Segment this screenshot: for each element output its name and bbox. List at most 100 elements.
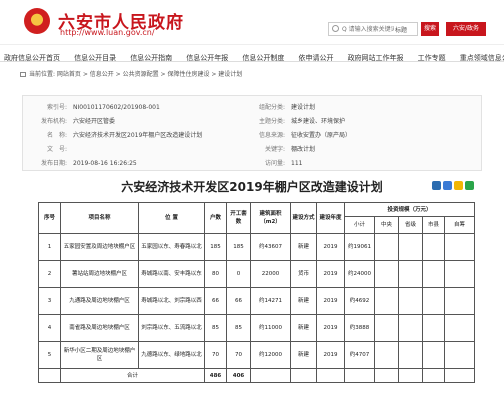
- cell-started: 66: [226, 287, 251, 315]
- cell-households: 66: [204, 287, 227, 315]
- col-header-central: 中央: [374, 216, 399, 234]
- cell-seq: [38, 368, 61, 383]
- total-label: 合计: [60, 368, 205, 383]
- cell-nature: [290, 368, 317, 383]
- cell-subtotal: 约3888: [344, 314, 375, 342]
- table-row: 2 薯站站周边地块棚户区 寿城路以南、安丰路以东 80 0 22000 货币 2…: [38, 260, 476, 288]
- meta-visits: 访问量: 111: [264, 160, 303, 167]
- cell-year: 2019: [316, 260, 345, 288]
- cell-province: [398, 368, 423, 383]
- mobile-gov-button[interactable]: 六安/政务: [446, 22, 486, 36]
- cell-year: [316, 368, 345, 383]
- col-header-location: 位 置: [138, 202, 205, 234]
- nav-item[interactable]: 信息公开指南: [130, 50, 172, 61]
- col-header-invest: 投资规模（万元）: [343, 202, 476, 217]
- cell-other: [443, 368, 476, 383]
- cell-city: [422, 314, 445, 342]
- table-row: 4 南雀路及周边地块棚户区 刘宗路以东、五流路以北 85 85 约11000 新…: [38, 314, 476, 342]
- nav-item[interactable]: 政府信息公开首页: [4, 50, 60, 61]
- cell-households: 70: [204, 341, 227, 369]
- total-started: 406: [226, 368, 251, 383]
- cell-households: 185: [204, 233, 227, 261]
- cell-seq: 1: [38, 233, 61, 261]
- cell-started: 185: [226, 233, 251, 261]
- document-meta-box: 索引号: NI00101170602/201908-001 发布机构: 六安经开区管…: [22, 95, 482, 171]
- cell-province: [398, 233, 423, 261]
- cell-nature: 新建: [290, 287, 317, 315]
- meta-index: 索引号: NI00101170602/201908-001: [46, 104, 160, 111]
- cell-nature: 新建: [290, 314, 317, 342]
- col-header-name: 项目名称: [60, 202, 139, 234]
- cell-city: [422, 341, 445, 369]
- col-header-area: 建筑面积（m2）: [250, 202, 291, 234]
- meta-source: 信息来源: 征收安置办（原产局）: [258, 132, 352, 139]
- nav-item[interactable]: 政府网站工作年报: [348, 50, 404, 61]
- cell-city: [422, 287, 445, 315]
- national-emblem-icon: [24, 8, 50, 34]
- search-scope-select[interactable]: 标题: [395, 25, 407, 34]
- site-url[interactable]: http://www.luan.gov.cn/: [60, 28, 155, 37]
- cell-households: 85: [204, 314, 227, 342]
- cell-location: 九德路以东、绿地路以北: [138, 341, 205, 369]
- cell-area: 约43607: [250, 233, 291, 261]
- share-wechat-icon[interactable]: [465, 181, 474, 190]
- breadcrumb[interactable]: 当前位置: 网站首页 > 信息公开 > 公共资源配置 > 保障性住房建设 > 建…: [20, 69, 242, 78]
- cell-name: 南雀路及周边地块棚户区: [60, 314, 139, 342]
- nav-item[interactable]: 工作专题: [418, 50, 446, 61]
- search-input[interactable]: [342, 24, 394, 34]
- cell-city: [422, 233, 445, 261]
- site-header: 六安市人民政府 http://www.luan.gov.cn/ 标题 搜索 六安…: [0, 0, 504, 40]
- nav-item[interactable]: 信息公开年报: [186, 50, 228, 61]
- main-nav: 政府信息公开首页 信息公开目录 信息公开指南 信息公开年报 信息公开制度 依申请…: [0, 44, 504, 62]
- col-header-city: 市县: [422, 216, 445, 234]
- cell-year: 2019: [316, 233, 345, 261]
- cell-seq: 5: [38, 341, 61, 369]
- col-header-started: 开工套数: [226, 202, 251, 234]
- cell-location: 寿城路以南、安丰路以东: [138, 260, 205, 288]
- share-star-icon[interactable]: [454, 181, 463, 190]
- cell-households: 80: [204, 260, 227, 288]
- cell-location: 五家园以东、寿春路以北: [138, 233, 205, 261]
- col-header-nature: 建设方式: [290, 202, 317, 234]
- col-header-households: 户数: [204, 202, 227, 234]
- cell-central: [374, 368, 399, 383]
- cell-seq: 4: [38, 314, 61, 342]
- nav-item[interactable]: 信息公开目录: [74, 50, 116, 61]
- article-title: 六安经济技术开发区2019年棚户区改造建设计划: [121, 180, 383, 194]
- meta-name: 名 称: 六安经济技术开发区2019年棚户区改造建设计划: [46, 132, 203, 139]
- cell-other: [443, 287, 476, 315]
- cell-province: [398, 341, 423, 369]
- nav-item[interactable]: 重点领域信息公开: [460, 50, 504, 61]
- share-qzone-icon[interactable]: [443, 181, 452, 190]
- cell-name: 五家园安置及周边地块棚户区: [60, 233, 139, 261]
- meta-dept: 发布机构: 六安经开区管委: [40, 118, 116, 125]
- col-header-seq: 序号: [38, 202, 61, 234]
- cell-name: 九通路及周边地块棚户区: [60, 287, 139, 315]
- cell-province: [398, 314, 423, 342]
- meta-keyword: 关键字: 棚改计划: [264, 146, 316, 153]
- cell-city: [422, 260, 445, 288]
- meta-docno: 文 号:: [46, 146, 67, 153]
- nav-item[interactable]: 信息公开制度: [242, 50, 284, 61]
- table-row: 3 九通路及周边地块棚户区 寿城路以北、刘宗路以西 66 66 约14271 新…: [38, 287, 476, 315]
- cell-province: [398, 287, 423, 315]
- cell-subtotal: 约24000: [344, 260, 375, 288]
- nav-item[interactable]: 依申请公开: [298, 50, 333, 61]
- meta-category: 组配分类: 建设计划: [258, 104, 316, 111]
- cell-other: [443, 314, 476, 342]
- cell-area: 约12000: [250, 341, 291, 369]
- cell-central: [374, 233, 399, 261]
- cell-year: 2019: [316, 314, 345, 342]
- search-button[interactable]: 搜索: [421, 22, 439, 36]
- cell-started: 85: [226, 314, 251, 342]
- cell-central: [374, 287, 399, 315]
- share-weibo-icon[interactable]: [432, 181, 441, 190]
- cell-subtotal: 约4692: [344, 287, 375, 315]
- cell-other: [443, 341, 476, 369]
- cell-name: 薯站站周边地块棚户区: [60, 260, 139, 288]
- breadcrumb-text[interactable]: 当前位置: 网站首页 > 信息公开 > 公共资源配置 > 保障性住房建设 > 建…: [29, 71, 242, 78]
- cell-province: [398, 260, 423, 288]
- cell-subtotal: 约4707: [344, 341, 375, 369]
- cell-location: 寿城路以北、刘宗路以西: [138, 287, 205, 315]
- cell-central: [374, 341, 399, 369]
